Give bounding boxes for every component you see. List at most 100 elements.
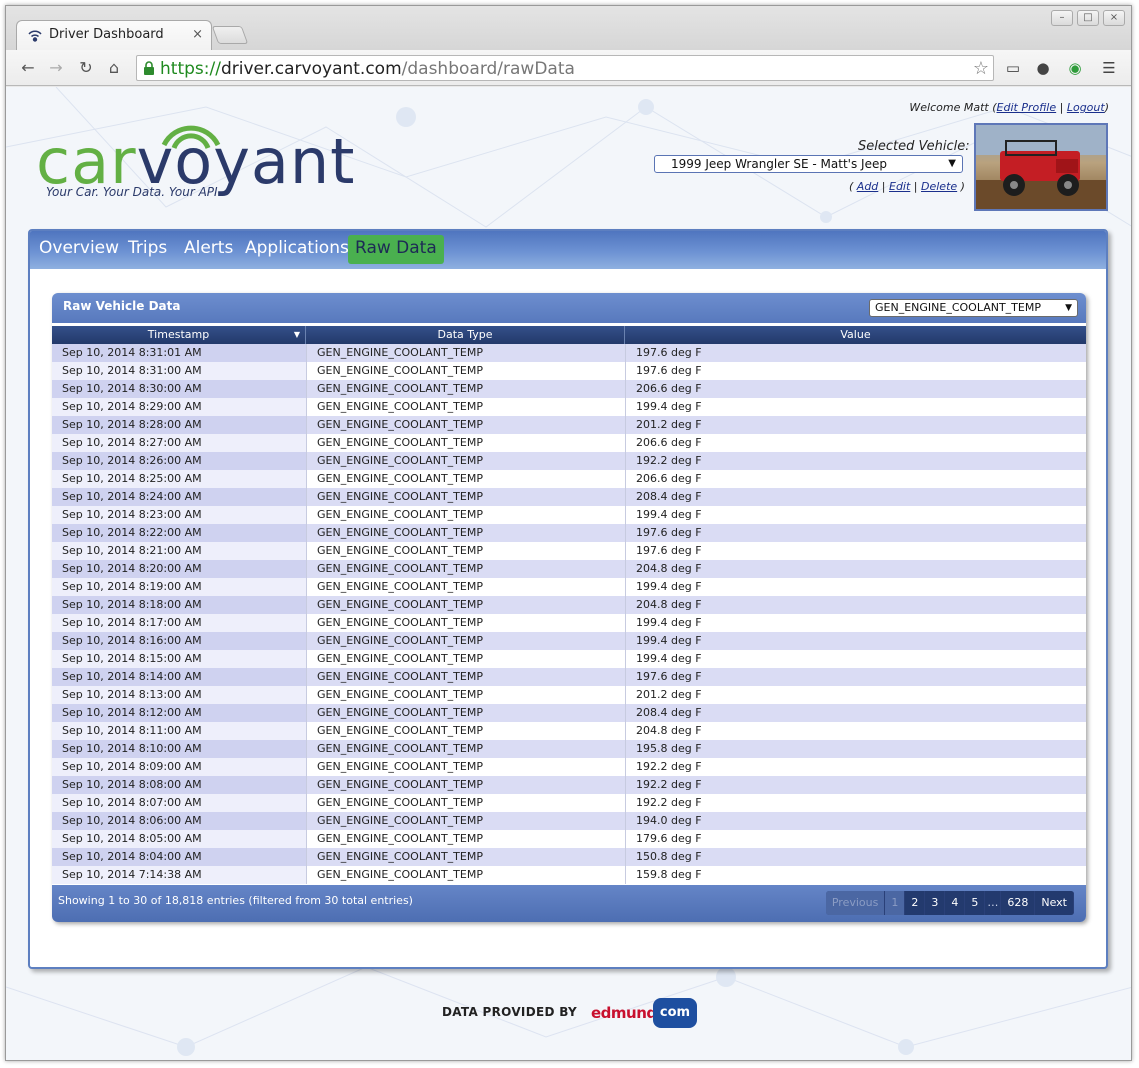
table-row[interactable]: Sep 10, 2014 8:23:00 AM GEN_ENGINE_COOLAN… (52, 506, 1086, 524)
table-row[interactable]: Sep 10, 2014 8:11:00 AM GEN_ENGINE_COOLAN… (52, 722, 1086, 740)
jeep-image (976, 125, 1106, 209)
table-row[interactable]: Sep 10, 2014 8:31:01 AM GEN_ENGINE_COOLAN… (52, 344, 1086, 362)
evernote-icon[interactable]: ◉ (1064, 58, 1086, 78)
cell-data-type: GEN_ENGINE_COOLANT_TEMP (306, 866, 625, 884)
previous-page-button[interactable]: Previous (825, 891, 886, 915)
cell-data-type: GEN_ENGINE_COOLANT_TEMP (306, 848, 625, 866)
cell-data-type: GEN_ENGINE_COOLANT_TEMP (306, 578, 625, 596)
incognito-icon[interactable]: ● (1032, 58, 1054, 78)
cell-value: 206.6 deg F (625, 470, 1086, 488)
table-row[interactable]: Sep 10, 2014 8:21:00 AM GEN_ENGINE_COOLAN… (52, 542, 1086, 560)
cell-data-type: GEN_ENGINE_COOLANT_TEMP (306, 704, 625, 722)
cell-value: 208.4 deg F (625, 704, 1086, 722)
table-row[interactable]: Sep 10, 2014 8:16:00 AM GEN_ENGINE_COOLAN… (52, 632, 1086, 650)
address-bar[interactable]: https://driver.carvoyant.com/dashboard/r… (136, 55, 994, 81)
table-row[interactable]: Sep 10, 2014 8:07:00 AM GEN_ENGINE_COOLAN… (52, 794, 1086, 812)
table-row[interactable]: Sep 10, 2014 8:30:00 AM GEN_ENGINE_COOLAN… (52, 380, 1086, 398)
cell-timestamp: Sep 10, 2014 8:22:00 AM (52, 524, 306, 542)
cell-timestamp: Sep 10, 2014 8:16:00 AM (52, 632, 306, 650)
column-value[interactable]: Value (625, 326, 1086, 344)
last-page-button[interactable]: 628 (1001, 891, 1036, 915)
table-row[interactable]: Sep 10, 2014 8:13:00 AM GEN_ENGINE_COOLAN… (52, 686, 1086, 704)
page-4-button[interactable]: 4 (945, 891, 966, 915)
edmunds-com-badge: com (653, 998, 697, 1028)
cell-timestamp: Sep 10, 2014 8:13:00 AM (52, 686, 306, 704)
table-row[interactable]: Sep 10, 2014 8:24:00 AM GEN_ENGINE_COOLAN… (52, 488, 1086, 506)
table-row[interactable]: Sep 10, 2014 8:12:00 AM GEN_ENGINE_COOLAN… (52, 704, 1086, 722)
table-row[interactable]: Sep 10, 2014 8:17:00 AM GEN_ENGINE_COOLAN… (52, 614, 1086, 632)
column-data-type[interactable]: Data Type (306, 326, 625, 344)
maximize-button[interactable]: □ (1077, 10, 1099, 26)
data-type-select[interactable]: GEN_ENGINE_COOLANT_TEMP ▼ (869, 299, 1078, 317)
wifi-car-icon (28, 30, 42, 42)
minimize-button[interactable]: – (1051, 10, 1073, 26)
bookmark-star-icon[interactable]: ☆ (973, 58, 989, 79)
menu-icon[interactable]: ☰ (1098, 58, 1120, 78)
cell-timestamp: Sep 10, 2014 8:30:00 AM (52, 380, 306, 398)
nav-applications[interactable]: Applications (245, 238, 349, 258)
back-arrow-icon[interactable]: ← (18, 58, 38, 78)
entries-info: Showing 1 to 30 of 18,818 entries (filte… (58, 894, 413, 907)
close-window-button[interactable]: × (1103, 10, 1125, 26)
column-timestamp[interactable]: Timestamp ▼ (52, 326, 306, 344)
table-row[interactable]: Sep 10, 2014 8:22:00 AM GEN_ENGINE_COOLAN… (52, 524, 1086, 542)
table-row[interactable]: Sep 10, 2014 8:29:00 AM GEN_ENGINE_COOLAN… (52, 398, 1086, 416)
table-row[interactable]: Sep 10, 2014 8:28:00 AM GEN_ENGINE_COOLAN… (52, 416, 1086, 434)
add-vehicle-link[interactable]: Add (857, 180, 879, 193)
table-row[interactable]: Sep 10, 2014 8:20:00 AM GEN_ENGINE_COOLAN… (52, 560, 1086, 578)
edmunds-logo[interactable]: edmunds com (591, 998, 701, 1028)
table-row[interactable]: Sep 10, 2014 8:10:00 AM GEN_ENGINE_COOLAN… (52, 740, 1086, 758)
table-row[interactable]: Sep 10, 2014 8:19:00 AM GEN_ENGINE_COOLAN… (52, 578, 1086, 596)
cell-value: 197.6 deg F (625, 668, 1086, 686)
table-row[interactable]: Sep 10, 2014 8:31:00 AM GEN_ENGINE_COOLAN… (52, 362, 1086, 380)
table-row[interactable]: Sep 10, 2014 8:25:00 AM GEN_ENGINE_COOLAN… (52, 470, 1086, 488)
cast-icon[interactable]: ▭ (1002, 58, 1024, 78)
table-row[interactable]: Sep 10, 2014 8:05:00 AM GEN_ENGINE_COOLAN… (52, 830, 1086, 848)
tab-close-icon[interactable]: × (192, 27, 203, 42)
cell-timestamp: Sep 10, 2014 8:11:00 AM (52, 722, 306, 740)
new-tab-button[interactable] (211, 26, 249, 44)
cell-value: 206.6 deg F (625, 434, 1086, 452)
data-provided-by: DATA PROVIDED BY (442, 1005, 577, 1019)
table-row[interactable]: Sep 10, 2014 8:08:00 AM GEN_ENGINE_COOLAN… (52, 776, 1086, 794)
table-row[interactable]: Sep 10, 2014 8:26:00 AM GEN_ENGINE_COOLAN… (52, 452, 1086, 470)
edit-profile-link[interactable]: Edit Profile (997, 101, 1057, 114)
table-row[interactable]: Sep 10, 2014 8:27:00 AM GEN_ENGINE_COOLAN… (52, 434, 1086, 452)
page-1-button[interactable]: 1 (885, 891, 906, 915)
cell-data-type: GEN_ENGINE_COOLANT_TEMP (306, 398, 625, 416)
logout-link[interactable]: Logout (1067, 101, 1105, 114)
cell-data-type: GEN_ENGINE_COOLANT_TEMP (306, 596, 625, 614)
cell-data-type: GEN_ENGINE_COOLANT_TEMP (306, 614, 625, 632)
forward-arrow-icon[interactable]: → (46, 58, 66, 78)
nav-raw-data[interactable]: Raw Data (348, 235, 444, 264)
next-page-button[interactable]: Next (1035, 891, 1074, 915)
table-row[interactable]: Sep 10, 2014 8:14:00 AM GEN_ENGINE_COOLAN… (52, 668, 1086, 686)
cell-timestamp: Sep 10, 2014 8:08:00 AM (52, 776, 306, 794)
nav-alerts[interactable]: Alerts (184, 238, 233, 258)
pager-ellipsis: … (985, 891, 1002, 915)
page-5-button[interactable]: 5 (965, 891, 986, 915)
browser-toolbar: ← → ↻ ⌂ https://driver.carvoyant.com/das… (6, 50, 1131, 86)
table-row[interactable]: Sep 10, 2014 8:18:00 AM GEN_ENGINE_COOLAN… (52, 596, 1086, 614)
page-content: Welcome Matt (Edit Profile | Logout) car… (6, 87, 1131, 1060)
edit-vehicle-link[interactable]: Edit (889, 180, 910, 193)
table-row[interactable]: Sep 10, 2014 8:06:00 AM GEN_ENGINE_COOLAN… (52, 812, 1086, 830)
vehicle-select[interactable]: 1999 Jeep Wrangler SE - Matt's Jeep ▼ (654, 155, 963, 173)
cell-timestamp: Sep 10, 2014 8:09:00 AM (52, 758, 306, 776)
table-row[interactable]: Sep 10, 2014 8:15:00 AM GEN_ENGINE_COOLAN… (52, 650, 1086, 668)
cell-timestamp: Sep 10, 2014 8:20:00 AM (52, 560, 306, 578)
home-icon[interactable]: ⌂ (104, 58, 124, 78)
cell-timestamp: Sep 10, 2014 8:24:00 AM (52, 488, 306, 506)
carvoyant-logo[interactable]: carvoyant Your Car. Your Data. Your API. (36, 117, 356, 207)
table-row[interactable]: Sep 10, 2014 7:14:38 AM GEN_ENGINE_COOLAN… (52, 866, 1086, 884)
table-row[interactable]: Sep 10, 2014 8:09:00 AM GEN_ENGINE_COOLAN… (52, 758, 1086, 776)
nav-trips[interactable]: Trips (128, 238, 167, 258)
browser-tab[interactable]: Driver Dashboard × (16, 20, 212, 50)
page-3-button[interactable]: 3 (925, 891, 946, 915)
nav-overview[interactable]: Overview (39, 238, 119, 258)
main-panel: Overview Trips Alerts Applications Raw D… (28, 229, 1108, 969)
reload-icon[interactable]: ↻ (76, 58, 96, 78)
table-row[interactable]: Sep 10, 2014 8:04:00 AM GEN_ENGINE_COOLAN… (52, 848, 1086, 866)
delete-vehicle-link[interactable]: Delete (921, 180, 957, 193)
page-2-button[interactable]: 2 (905, 891, 926, 915)
